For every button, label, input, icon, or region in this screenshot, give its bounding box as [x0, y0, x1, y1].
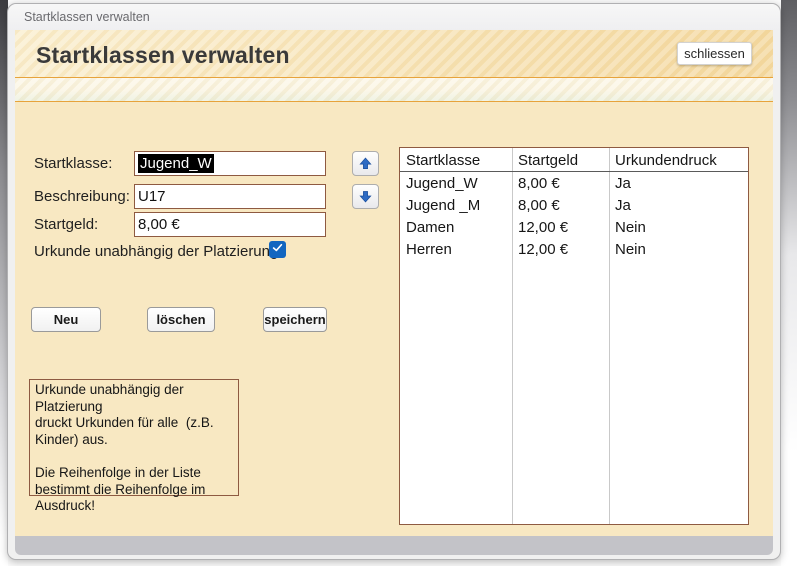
cell-startgeld: 12,00 € [518, 241, 569, 258]
cell-urkundendruck: Nein [615, 241, 646, 258]
startgeld-input[interactable]: 8,00 € [134, 212, 326, 237]
certificate-checkbox-label: Urkunde unabhängig der Platzierung [34, 243, 279, 260]
cell-urkundendruck: Nein [615, 219, 646, 236]
dialog-window: Startklassen verwalten Startklassen verw… [7, 3, 781, 560]
form-content: Startklasse: Jugend_W Beschreibung: U17 … [15, 102, 773, 536]
cell-startklasse: Jugend_W [406, 175, 478, 192]
page-title: Startklassen verwalten [36, 42, 290, 68]
beschreibung-input[interactable]: U17 [134, 184, 326, 209]
startgeld-label: Startgeld: [34, 216, 99, 233]
cell-startklasse: Damen [406, 219, 455, 236]
down-arrow-icon [358, 189, 373, 204]
column-header-startgeld: Startgeld [518, 152, 579, 169]
dialog-body: Startklassen verwalten schliessen Startk… [15, 30, 773, 555]
cell-startgeld: 8,00 € [518, 175, 560, 192]
startklassen-table[interactable]: Startklasse Startgeld Urkundendruck Juge… [399, 147, 749, 525]
close-button[interactable]: schliessen [677, 42, 752, 65]
window-title: Startklassen verwalten [24, 10, 150, 24]
startklasse-label: Startklasse: [34, 155, 113, 172]
delete-button[interactable]: löschen [147, 307, 215, 332]
table-row[interactable]: Herren 12,00 € Nein [400, 239, 748, 261]
table-row[interactable]: Damen 12,00 € Nein [400, 217, 748, 239]
column-header-urkundendruck: Urkundendruck [615, 152, 717, 169]
startklasse-input[interactable]: Jugend_W [134, 151, 326, 176]
cell-startklasse: Herren [406, 241, 452, 258]
background-window-edge-right [781, 0, 797, 566]
column-header-startklasse: Startklasse [406, 152, 481, 169]
form-header: Startklassen verwalten schliessen [15, 30, 773, 78]
beschreibung-label: Beschreibung: [34, 188, 130, 205]
selected-input-text: Jugend_W [138, 154, 214, 173]
save-button[interactable]: speichern [263, 307, 327, 332]
table-row[interactable]: Jugend_W 8,00 € Ja [400, 173, 748, 195]
move-up-button[interactable] [352, 151, 379, 176]
cell-startklasse: Jugend _M [406, 197, 481, 214]
cell-urkundendruck: Ja [615, 175, 631, 192]
table-header-row: Startklasse Startgeld Urkundendruck [400, 150, 748, 172]
bottom-status-strip [15, 536, 773, 555]
cell-startgeld: 8,00 € [518, 197, 560, 214]
window-titlebar[interactable]: Startklassen verwalten [8, 4, 780, 30]
cell-urkundendruck: Ja [615, 197, 631, 214]
header-divider-band [15, 78, 773, 102]
cell-startgeld: 12,00 € [518, 219, 569, 236]
move-down-button[interactable] [352, 184, 379, 209]
new-button[interactable]: Neu [31, 307, 101, 332]
info-text-box: Urkunde unabhängig der Platzierung druck… [29, 379, 239, 513]
certificate-checkbox[interactable] [269, 241, 286, 258]
up-arrow-icon [358, 156, 373, 171]
screen: Startklassen verwalten Startklassen verw… [0, 0, 797, 566]
table-row[interactable]: Jugend _M 8,00 € Ja [400, 195, 748, 217]
checkmark-icon [271, 241, 284, 259]
